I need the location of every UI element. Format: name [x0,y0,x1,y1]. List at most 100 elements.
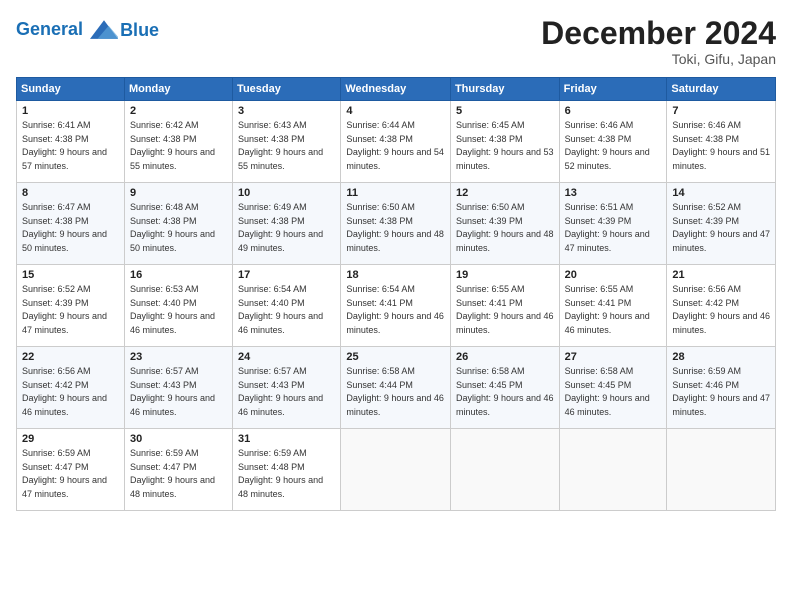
table-row: 27 Sunrise: 6:58 AM Sunset: 4:45 PM Dayl… [559,347,667,429]
col-thursday: Thursday [450,78,559,101]
day-number: 11 [346,187,445,199]
day-info: Sunrise: 6:52 AM Sunset: 4:39 PM Dayligh… [22,283,119,337]
day-info: Sunrise: 6:59 AM Sunset: 4:47 PM Dayligh… [22,447,119,501]
day-info: Sunrise: 6:47 AM Sunset: 4:38 PM Dayligh… [22,201,119,255]
table-row: 25 Sunrise: 6:58 AM Sunset: 4:44 PM Dayl… [341,347,451,429]
table-row: 20 Sunrise: 6:55 AM Sunset: 4:41 PM Dayl… [559,265,667,347]
table-row: 15 Sunrise: 6:52 AM Sunset: 4:39 PM Dayl… [17,265,125,347]
day-info: Sunrise: 6:51 AM Sunset: 4:39 PM Dayligh… [565,201,662,255]
table-row: 10 Sunrise: 6:49 AM Sunset: 4:38 PM Dayl… [233,183,341,265]
day-number: 23 [130,351,227,363]
table-row: 9 Sunrise: 6:48 AM Sunset: 4:38 PM Dayli… [124,183,232,265]
day-number: 28 [672,351,770,363]
day-info: Sunrise: 6:50 AM Sunset: 4:39 PM Dayligh… [456,201,554,255]
day-info: Sunrise: 6:53 AM Sunset: 4:40 PM Dayligh… [130,283,227,337]
day-info: Sunrise: 6:52 AM Sunset: 4:39 PM Dayligh… [672,201,770,255]
day-number: 13 [565,187,662,199]
day-info: Sunrise: 6:56 AM Sunset: 4:42 PM Dayligh… [672,283,770,337]
day-number: 29 [22,433,119,445]
day-number: 22 [22,351,119,363]
table-row: 31 Sunrise: 6:59 AM Sunset: 4:48 PM Dayl… [233,429,341,511]
table-row [450,429,559,511]
table-row: 12 Sunrise: 6:50 AM Sunset: 4:39 PM Dayl… [450,183,559,265]
day-number: 19 [456,269,554,281]
calendar-table: Sunday Monday Tuesday Wednesday Thursday… [16,77,776,511]
day-number: 6 [565,105,662,117]
table-row: 16 Sunrise: 6:53 AM Sunset: 4:40 PM Dayl… [124,265,232,347]
day-number: 24 [238,351,335,363]
logo-text-blue: Blue [120,20,159,41]
day-number: 8 [22,187,119,199]
day-number: 4 [346,105,445,117]
table-row: 11 Sunrise: 6:50 AM Sunset: 4:38 PM Dayl… [341,183,451,265]
day-info: Sunrise: 6:59 AM Sunset: 4:48 PM Dayligh… [238,447,335,501]
day-info: Sunrise: 6:42 AM Sunset: 4:38 PM Dayligh… [130,119,227,173]
calendar-week-row: 1 Sunrise: 6:41 AM Sunset: 4:38 PM Dayli… [17,101,776,183]
table-row: 6 Sunrise: 6:46 AM Sunset: 4:38 PM Dayli… [559,101,667,183]
table-row: 22 Sunrise: 6:56 AM Sunset: 4:42 PM Dayl… [17,347,125,429]
day-info: Sunrise: 6:57 AM Sunset: 4:43 PM Dayligh… [238,365,335,419]
day-number: 16 [130,269,227,281]
day-info: Sunrise: 6:49 AM Sunset: 4:38 PM Dayligh… [238,201,335,255]
day-info: Sunrise: 6:56 AM Sunset: 4:42 PM Dayligh… [22,365,119,419]
logo-text-general: General [16,19,83,39]
day-info: Sunrise: 6:41 AM Sunset: 4:38 PM Dayligh… [22,119,119,173]
table-row [341,429,451,511]
day-number: 15 [22,269,119,281]
day-number: 17 [238,269,335,281]
table-row: 8 Sunrise: 6:47 AM Sunset: 4:38 PM Dayli… [17,183,125,265]
table-row [667,429,776,511]
logo-icon [90,16,118,44]
day-info: Sunrise: 6:57 AM Sunset: 4:43 PM Dayligh… [130,365,227,419]
day-info: Sunrise: 6:45 AM Sunset: 4:38 PM Dayligh… [456,119,554,173]
table-row: 21 Sunrise: 6:56 AM Sunset: 4:42 PM Dayl… [667,265,776,347]
day-info: Sunrise: 6:55 AM Sunset: 4:41 PM Dayligh… [456,283,554,337]
col-friday: Friday [559,78,667,101]
table-row: 7 Sunrise: 6:46 AM Sunset: 4:38 PM Dayli… [667,101,776,183]
title-block: December 2024 Toki, Gifu, Japan [541,16,776,67]
table-row [559,429,667,511]
day-number: 3 [238,105,335,117]
table-row: 14 Sunrise: 6:52 AM Sunset: 4:39 PM Dayl… [667,183,776,265]
day-info: Sunrise: 6:59 AM Sunset: 4:47 PM Dayligh… [130,447,227,501]
day-info: Sunrise: 6:46 AM Sunset: 4:38 PM Dayligh… [565,119,662,173]
day-info: Sunrise: 6:55 AM Sunset: 4:41 PM Dayligh… [565,283,662,337]
table-row: 19 Sunrise: 6:55 AM Sunset: 4:41 PM Dayl… [450,265,559,347]
page: General Blue December 2024 Toki, Gifu, J… [0,0,792,612]
col-sunday: Sunday [17,78,125,101]
day-number: 18 [346,269,445,281]
location: Toki, Gifu, Japan [541,51,776,67]
day-number: 31 [238,433,335,445]
logo: General Blue [16,16,159,44]
day-number: 20 [565,269,662,281]
day-number: 2 [130,105,227,117]
calendar-week-row: 8 Sunrise: 6:47 AM Sunset: 4:38 PM Dayli… [17,183,776,265]
day-info: Sunrise: 6:44 AM Sunset: 4:38 PM Dayligh… [346,119,445,173]
day-info: Sunrise: 6:43 AM Sunset: 4:38 PM Dayligh… [238,119,335,173]
table-row: 17 Sunrise: 6:54 AM Sunset: 4:40 PM Dayl… [233,265,341,347]
day-number: 21 [672,269,770,281]
table-row: 26 Sunrise: 6:58 AM Sunset: 4:45 PM Dayl… [450,347,559,429]
day-info: Sunrise: 6:54 AM Sunset: 4:41 PM Dayligh… [346,283,445,337]
table-row: 5 Sunrise: 6:45 AM Sunset: 4:38 PM Dayli… [450,101,559,183]
table-row: 1 Sunrise: 6:41 AM Sunset: 4:38 PM Dayli… [17,101,125,183]
table-row: 3 Sunrise: 6:43 AM Sunset: 4:38 PM Dayli… [233,101,341,183]
day-number: 12 [456,187,554,199]
col-tuesday: Tuesday [233,78,341,101]
day-info: Sunrise: 6:58 AM Sunset: 4:45 PM Dayligh… [456,365,554,419]
day-info: Sunrise: 6:59 AM Sunset: 4:46 PM Dayligh… [672,365,770,419]
month-title: December 2024 [541,16,776,51]
calendar-week-row: 22 Sunrise: 6:56 AM Sunset: 4:42 PM Dayl… [17,347,776,429]
day-number: 26 [456,351,554,363]
header: General Blue December 2024 Toki, Gifu, J… [16,16,776,67]
day-number: 1 [22,105,119,117]
day-number: 5 [456,105,554,117]
table-row: 4 Sunrise: 6:44 AM Sunset: 4:38 PM Dayli… [341,101,451,183]
table-row: 29 Sunrise: 6:59 AM Sunset: 4:47 PM Dayl… [17,429,125,511]
day-info: Sunrise: 6:48 AM Sunset: 4:38 PM Dayligh… [130,201,227,255]
col-saturday: Saturday [667,78,776,101]
table-row: 13 Sunrise: 6:51 AM Sunset: 4:39 PM Dayl… [559,183,667,265]
table-row: 23 Sunrise: 6:57 AM Sunset: 4:43 PM Dayl… [124,347,232,429]
calendar-header-row: Sunday Monday Tuesday Wednesday Thursday… [17,78,776,101]
day-number: 14 [672,187,770,199]
